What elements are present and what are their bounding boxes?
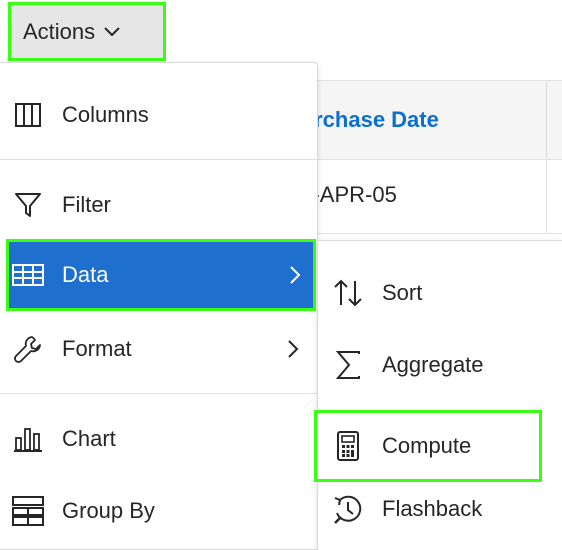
menu-item-label: Format: [62, 336, 132, 361]
menu-divider: [0, 159, 317, 160]
submenu-item-label: Sort: [382, 280, 423, 305]
column-header-purchase-date[interactable]: Purchase Date: [300, 107, 439, 133]
chevron-down-icon: [103, 26, 121, 38]
column-separator: [546, 81, 547, 159]
data-submenu: Sort Aggregate Compute Flashback: [314, 240, 562, 550]
group-by-icon: [12, 495, 44, 527]
menu-item-label: Group By: [62, 498, 155, 523]
history-clock-icon: [332, 493, 364, 525]
menu-divider: [0, 393, 317, 394]
submenu-item-flashback[interactable]: Flashback: [318, 473, 562, 545]
columns-icon: [12, 99, 44, 131]
actions-dropdown-menu: Columns Filter Data Format Chart Group B…: [0, 62, 318, 550]
wrench-icon: [12, 333, 44, 365]
submenu-item-label: Compute: [382, 433, 472, 458]
menu-item-label: Data: [62, 262, 109, 287]
menu-item-label: Chart: [62, 426, 116, 451]
menu-item-chart[interactable]: Chart: [0, 403, 317, 475]
chevron-right-icon: [287, 339, 299, 359]
menu-item-label: Filter: [62, 192, 111, 217]
table-row: 01-APR-05: [300, 160, 562, 234]
submenu-item-sort[interactable]: Sort: [318, 257, 562, 329]
submenu-item-label: Aggregate: [382, 352, 484, 377]
menu-item-format[interactable]: Format: [0, 313, 317, 385]
menu-item-columns[interactable]: Columns: [0, 79, 317, 151]
table-grid-icon: [12, 259, 44, 291]
submenu-item-compute[interactable]: Compute: [314, 410, 542, 482]
menu-item-filter[interactable]: Filter: [0, 169, 317, 241]
sort-arrows-icon: [332, 277, 364, 309]
sigma-icon: [332, 349, 364, 381]
menu-item-label: Columns: [62, 102, 149, 127]
menu-item-group-by[interactable]: Group By: [0, 475, 317, 547]
calculator-icon: [332, 430, 364, 462]
menu-item-data[interactable]: Data: [6, 239, 316, 311]
submenu-item-aggregate[interactable]: Aggregate: [318, 329, 562, 401]
submenu-item-label: Flashback: [382, 496, 483, 521]
report-table: Purchase Date 01-APR-05: [300, 80, 562, 240]
filter-icon: [12, 189, 44, 221]
chevron-right-icon: [289, 265, 301, 285]
column-separator: [546, 160, 547, 233]
actions-button-label: Actions: [23, 18, 96, 44]
report-header-row: Purchase Date: [300, 80, 562, 160]
actions-menu-button[interactable]: Actions: [8, 2, 166, 61]
bar-chart-icon: [12, 423, 44, 455]
